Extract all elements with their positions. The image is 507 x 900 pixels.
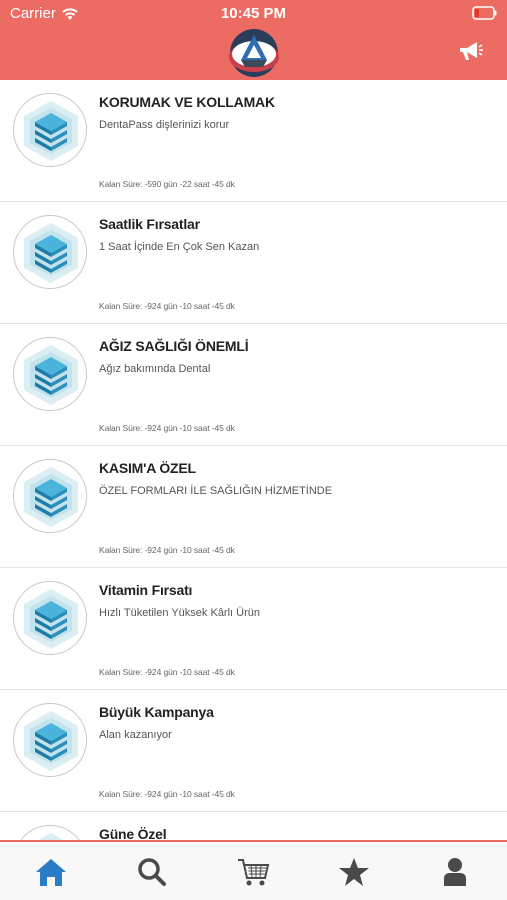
tab-search[interactable] (132, 854, 172, 890)
campaign-remaining-time: Kalan Süre: -924 gün -10 saat -45 dk (99, 789, 235, 799)
app-logo-icon (229, 29, 279, 77)
campaign-thumbnail (13, 459, 87, 533)
search-icon (138, 858, 166, 886)
layers-icon (24, 711, 78, 771)
campaign-title: Güne Özel (99, 826, 167, 840)
campaign-thumbnail (13, 337, 87, 411)
campaign-row[interactable]: Büyük Kampanya Alan kazanıyor Kalan Süre… (0, 690, 507, 812)
campaign-title: KORUMAK VE KOLLAMAK (99, 94, 275, 110)
tab-favorites[interactable] (334, 854, 374, 890)
tab-home[interactable] (31, 854, 71, 890)
campaign-row[interactable]: AĞIZ SAĞLIĞI ÖNEMLİ Ağız bakımında Denta… (0, 324, 507, 446)
cart-icon (238, 859, 270, 886)
layers-icon (24, 101, 78, 161)
home-icon (36, 859, 66, 886)
app-header: Carrier 10:45 PM (0, 0, 507, 80)
layers-icon (38, 833, 64, 840)
profile-icon (444, 858, 466, 886)
status-bar: Carrier 10:45 PM (0, 0, 507, 26)
campaign-title: KASIM'A ÖZEL (99, 460, 196, 476)
campaign-thumbnail (13, 215, 87, 289)
tab-bar (0, 840, 507, 900)
layers-icon (24, 223, 78, 283)
campaign-thumbnail (13, 93, 87, 167)
campaign-remaining-time: Kalan Süre: -590 gün -22 saat -45 dk (99, 179, 235, 189)
campaign-title: Vitamin Fırsatı (99, 582, 193, 598)
campaign-remaining-time: Kalan Süre: -924 gün -10 saat -45 dk (99, 545, 235, 555)
campaign-subtitle: ÖZEL FORMLARI İLE SAĞLIĞIN HİZMETİNDE (99, 485, 333, 497)
star-icon (339, 858, 369, 886)
campaign-row[interactable]: Vitamin Fırsatı Hızlı Tüketilen Yüksek K… (0, 568, 507, 690)
campaign-remaining-time: Kalan Süre: -924 gün -10 saat -45 dk (99, 667, 235, 677)
campaign-thumbnail (13, 825, 87, 840)
campaign-subtitle: Alan kazanıyor (99, 729, 172, 741)
campaign-thumbnail (13, 703, 87, 777)
campaign-remaining-time: Kalan Süre: -924 gün -10 saat -45 dk (99, 301, 235, 311)
layers-icon (24, 467, 78, 527)
clock: 10:45 PM (220, 5, 287, 22)
tab-profile[interactable] (435, 854, 475, 890)
megaphone-icon[interactable] (457, 40, 483, 62)
campaign-subtitle: DentaPass dişlerinizi korur (99, 119, 230, 131)
campaign-subtitle: 1 Saat İçinde En Çok Sen Kazan (99, 241, 260, 253)
campaign-subtitle: Hızlı Tüketilen Yüksek Kârlı Ürün (99, 607, 260, 619)
campaign-remaining-time: Kalan Süre: -924 gün -10 saat -45 dk (99, 423, 235, 433)
campaign-row[interactable]: Güne Özel (0, 812, 507, 840)
campaign-list[interactable]: KORUMAK VE KOLLAMAK DentaPass dişleriniz… (0, 80, 507, 840)
campaign-subtitle: Ağız bakımında Dental (99, 363, 211, 375)
layers-icon (24, 345, 78, 405)
layers-icon (24, 589, 78, 649)
campaign-title: Büyük Kampanya (99, 704, 214, 720)
campaign-row[interactable]: Saatlik Fırsatlar 1 Saat İçinde En Çok S… (0, 202, 507, 324)
campaign-row[interactable]: KASIM'A ÖZEL ÖZEL FORMLARI İLE SAĞLIĞIN … (0, 446, 507, 568)
battery-icon (472, 6, 497, 20)
campaign-thumbnail (13, 581, 87, 655)
campaign-title: Saatlik Fırsatlar (99, 216, 200, 232)
campaign-row[interactable]: KORUMAK VE KOLLAMAK DentaPass dişleriniz… (0, 80, 507, 202)
tab-cart[interactable] (233, 854, 273, 890)
campaign-title: AĞIZ SAĞLIĞI ÖNEMLİ (99, 338, 249, 354)
